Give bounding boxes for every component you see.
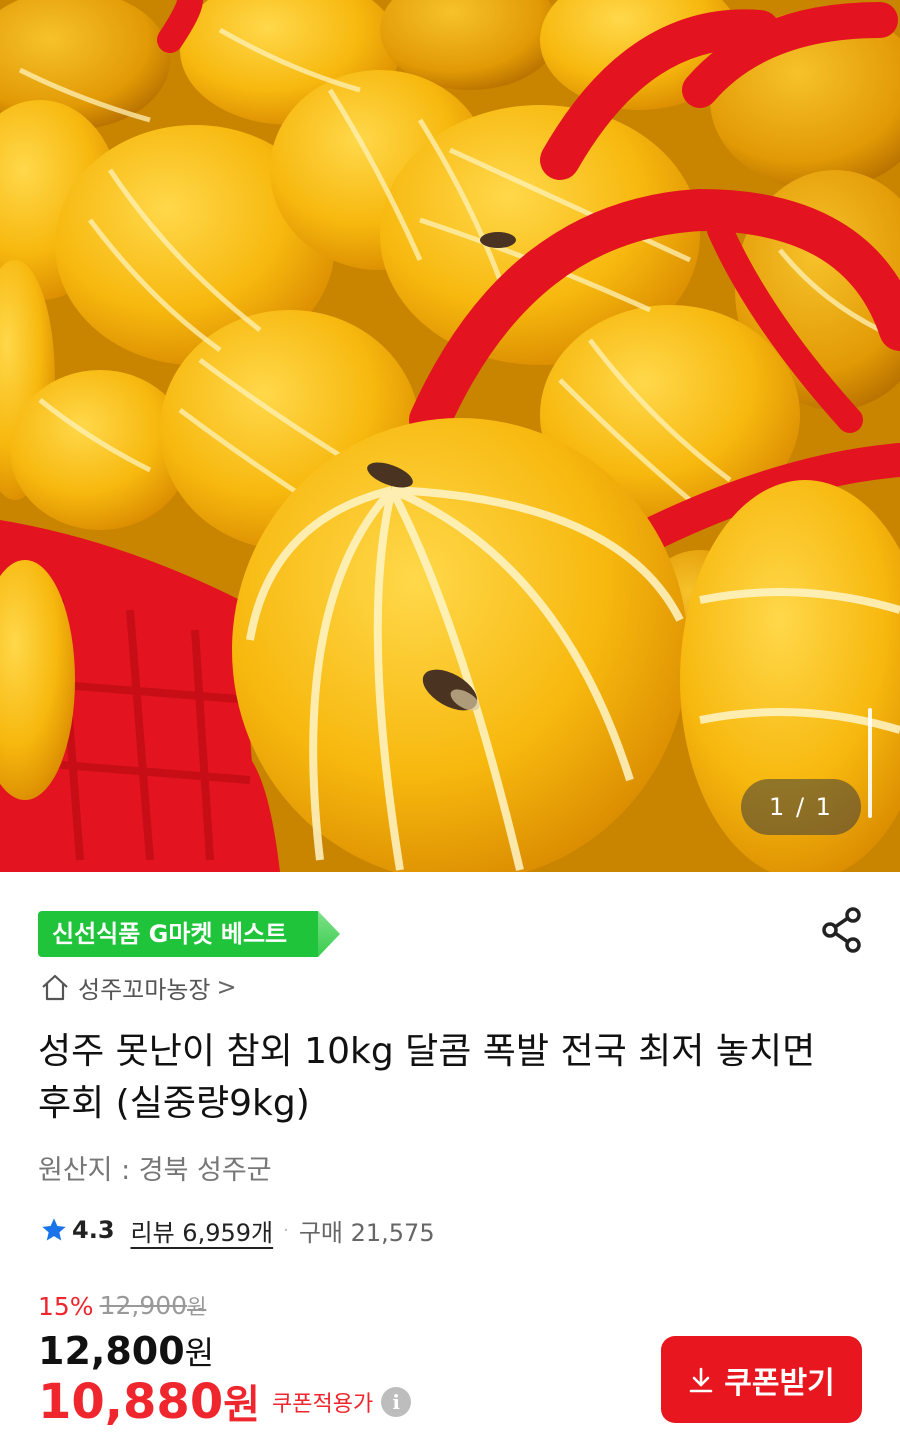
product-origin: 원산지 : 경북 성주군 xyxy=(38,1155,272,1186)
product-title: 성주 못난이 참외 10kg 달콤 폭발 전국 최저 놓치면 후회 (실중량9k… xyxy=(38,1031,816,1124)
purchase-count: 구매 21,575 xyxy=(298,1218,435,1247)
review-count-link[interactable]: 리뷰 6,959개 xyxy=(131,1213,274,1248)
original-price: 12,900원 xyxy=(100,1291,207,1321)
coupon-note-label: 쿠폰적용가 xyxy=(272,1392,374,1417)
discount-rate: 15% xyxy=(38,1291,94,1321)
image-counter: 1 / 1 xyxy=(741,779,861,835)
sale-price-value: 12,800 xyxy=(38,1329,185,1373)
scroll-indicator[interactable] xyxy=(868,708,872,818)
chevron-right-icon: > xyxy=(216,973,237,1001)
best-seller-badge[interactable]: 신선식품 G마켓 베스트 xyxy=(38,911,340,957)
separator: · xyxy=(283,1219,289,1241)
coupon-price-value: 10,880 xyxy=(38,1374,224,1430)
discount-row: 15% 12,900원 xyxy=(38,1290,206,1322)
rating-row: 4.3 리뷰 6,959개 · 구매 21,575 xyxy=(40,1212,435,1248)
store-name: 성주꼬마농장 xyxy=(78,975,211,1004)
share-icon[interactable] xyxy=(820,905,866,955)
download-icon xyxy=(689,1367,713,1392)
info-icon[interactable]: i xyxy=(381,1387,412,1417)
original-price-unit: 원 xyxy=(187,1295,207,1319)
sale-price-unit: 원 xyxy=(184,1334,215,1372)
coupon-note: 쿠폰적용가 i xyxy=(272,1386,412,1418)
original-price-value: 12,900 xyxy=(99,1291,188,1320)
sale-price: 12,800원 xyxy=(38,1326,214,1378)
coupon-price: 10,880원 xyxy=(38,1372,260,1435)
product-image[interactable]: 1 / 1 xyxy=(0,0,900,872)
home-icon xyxy=(42,974,68,1001)
get-coupon-button[interactable]: 쿠폰받기 xyxy=(661,1336,862,1423)
star-icon xyxy=(42,1218,66,1241)
coupon-price-unit: 원 xyxy=(223,1382,261,1428)
badge-arrow xyxy=(318,911,340,957)
rating-score: 4.3 xyxy=(72,1216,115,1244)
badge-label: 신선식품 G마켓 베스트 xyxy=(52,920,288,948)
melon-photo xyxy=(0,0,900,872)
get-coupon-label: 쿠폰받기 xyxy=(724,1365,835,1401)
store-link[interactable]: 성주꼬마농장 > xyxy=(40,970,237,1004)
